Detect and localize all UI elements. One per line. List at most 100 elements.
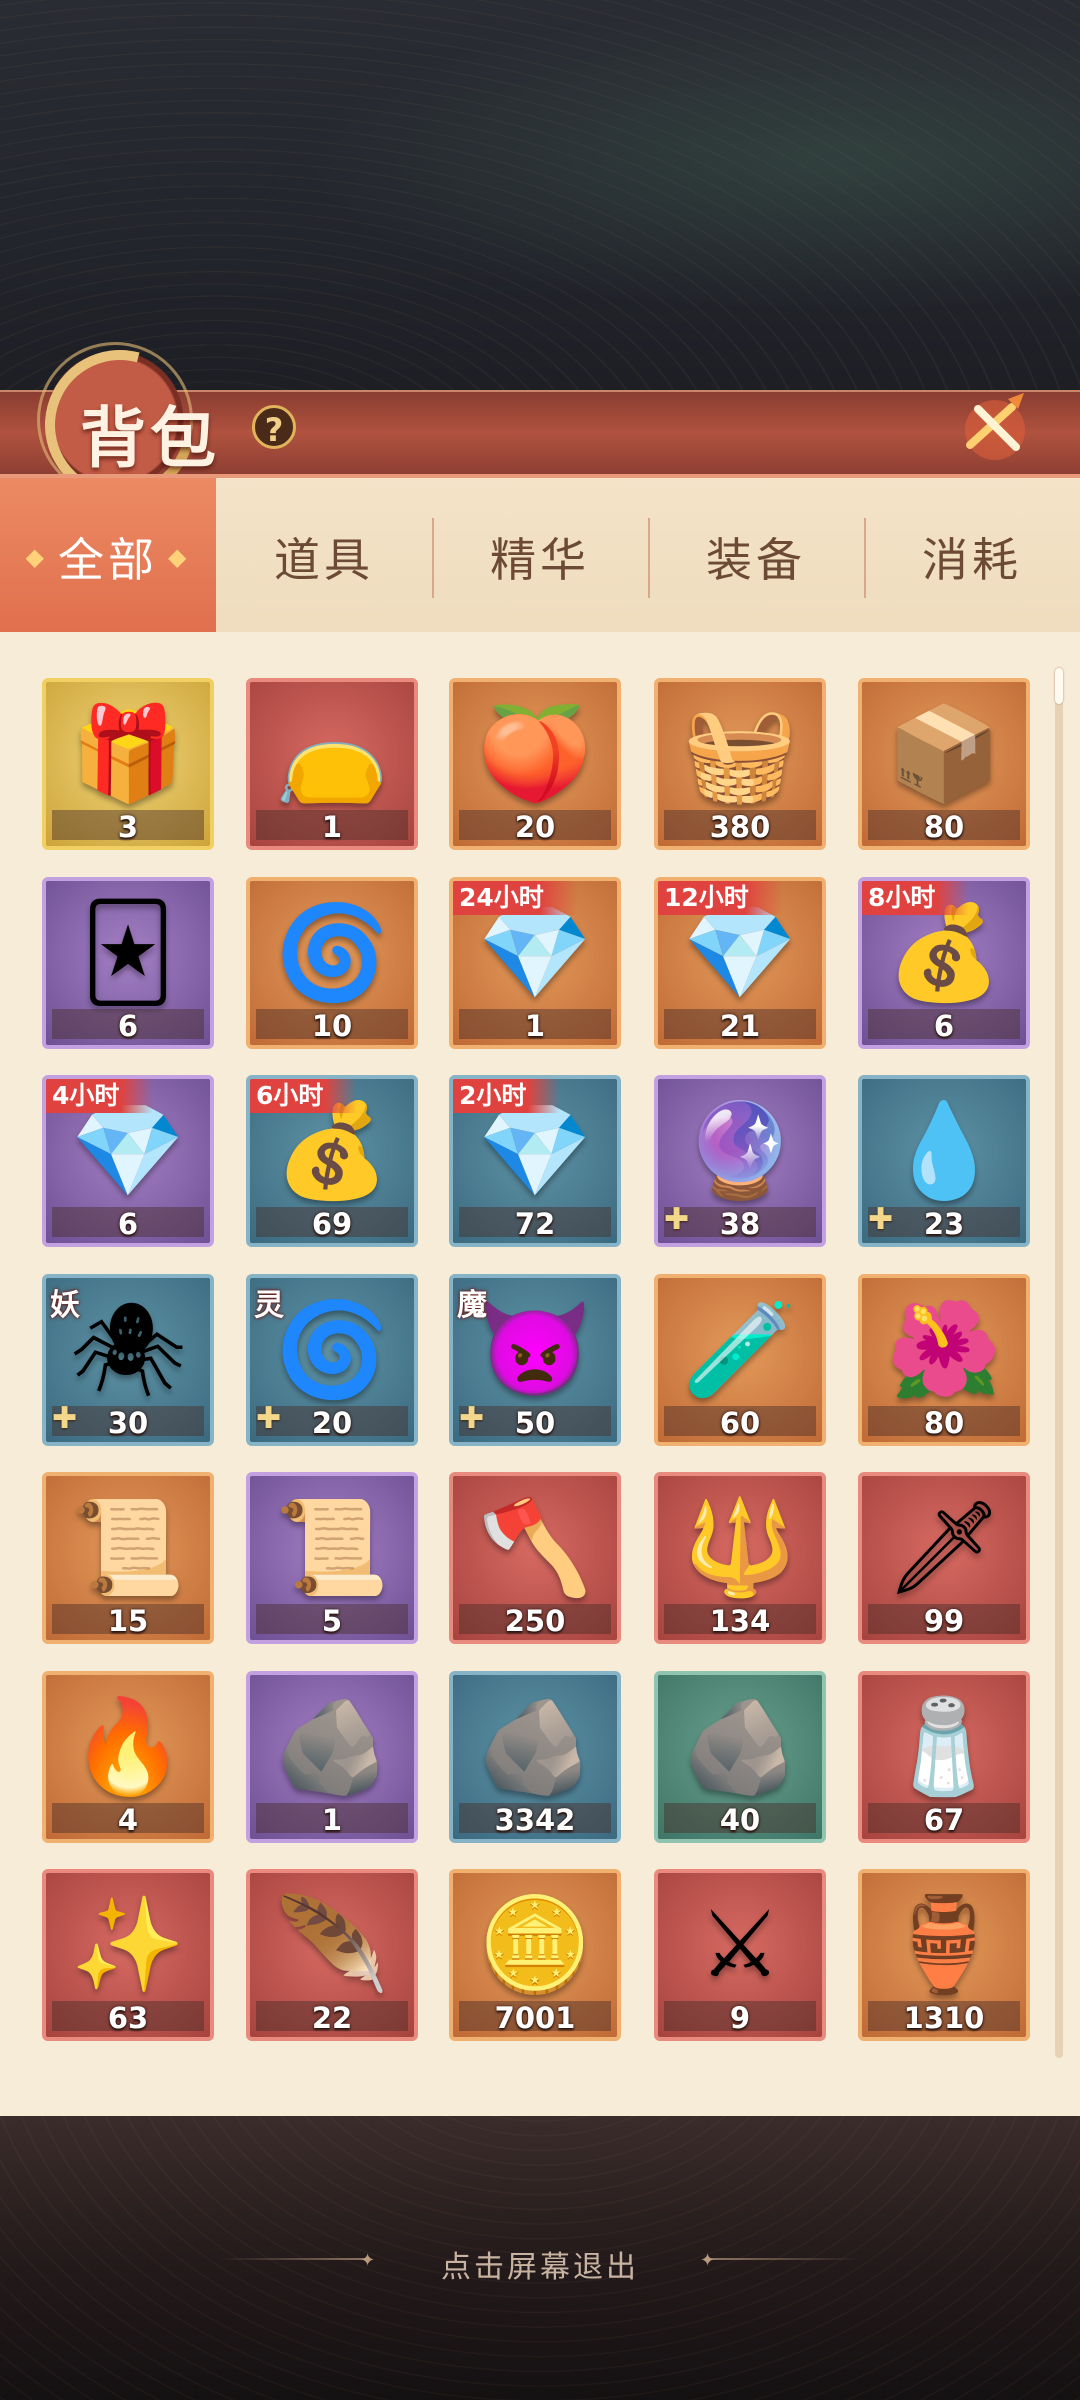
jade-chest-icon: 💎 [477,899,593,1007]
gold-scroll-icon: 📜 [70,1494,186,1602]
puzzle-piece-icon: ✚ [868,1202,894,1237]
inventory-item[interactable]: ⚔ 9 [654,1869,826,2041]
puzzle-piece-icon: ✚ [664,1202,690,1237]
type-tag: 魔 [457,1288,487,1323]
pink-potion-icon: 🧪 [682,1296,798,1404]
type-tag: 灵 [254,1288,284,1323]
item-count: 21 [719,1009,761,1043]
inventory-item[interactable]: 🕷 30 ✚ 妖 [42,1274,214,1446]
item-count: 15 [107,1604,149,1638]
inventory-item[interactable]: 🔥 4 [42,1671,214,1843]
item-count: 99 [923,1604,965,1638]
inventory-item[interactable]: 🔱 134 [654,1472,826,1644]
blue-pouch-icon: 👝 [274,700,390,808]
item-count: 3342 [494,1803,576,1837]
inventory-item[interactable]: 🪙 7001 [449,1869,621,2041]
tab-all[interactable]: ◆ 全部 ◆ [0,478,216,636]
inventory-item[interactable]: ✨ 63 [42,1869,214,2041]
item-count: 4 [117,1803,139,1837]
inventory-item[interactable]: 🧺 380 [654,678,826,850]
tab-props[interactable]: 道具 [216,478,432,636]
exit-hint[interactable]: 点击屏幕退出 [0,2242,1080,2286]
scrollbar-thumb[interactable] [1055,668,1063,704]
inventory-item[interactable]: 🔮 38 ✚ [654,1075,826,1247]
card-box-icon: 🃏 [80,899,176,1007]
close-icon[interactable] [950,385,1040,475]
red-flower-icon: 🌺 [886,1296,1002,1404]
inventory-item[interactable]: 🗡 99 [858,1472,1030,1644]
inventory-item[interactable]: 🎁 3 [42,678,214,850]
spirit-chest-icon: 🌀 [274,899,390,1007]
item-count: 80 [923,810,965,844]
spirit-stone-icon: 🪨 [682,1693,798,1801]
tab-consumables[interactable]: 消耗 [864,478,1080,636]
item-count: 3 [117,810,139,844]
fiend-chest-icon: 👿 [477,1296,593,1404]
inventory-item[interactable]: 🏺 1310 [858,1869,1030,2041]
inventory-item[interactable]: 💎 1 24小时 [449,877,621,1049]
item-count: 22 [311,2001,353,2035]
item-count: 10 [311,1009,353,1043]
spirit-chest-icon: 🌀 [274,1296,390,1404]
page-title: 背包 [80,399,220,477]
inventory-item[interactable]: 🪨 1 [246,1671,418,1843]
inventory-item[interactable]: 🪓 250 [449,1472,621,1644]
inventory-item[interactable]: 🌀 10 [246,877,418,1049]
inventory-item[interactable]: 👝 1 [246,678,418,850]
jade-sack-icon: 💰 [274,1097,390,1205]
golden-axe-icon: 🪓 [477,1494,593,1602]
inventory-item[interactable]: 🧪 60 [654,1274,826,1446]
inventory-item[interactable]: 🧂 67 [858,1671,1030,1843]
item-count: 67 [923,1803,965,1837]
tab-equipment[interactable]: 装备 [648,478,864,636]
item-count: 6 [117,1009,139,1043]
tab-essence[interactable]: 精华 [432,478,648,636]
purple-flame-icon: 🔮 [682,1097,798,1205]
peach-bag-icon: 🍑 [477,700,593,808]
inventory-item[interactable]: 🪨 3342 [449,1671,621,1843]
item-count: 7001 [494,2001,576,2035]
inventory-item[interactable]: 💰 6 8小时 [858,877,1030,1049]
inventory-item[interactable]: 💰 69 6小时 [246,1075,418,1247]
inventory-item[interactable]: 🪶 22 [246,1869,418,2041]
jade-sack-icon: 💰 [886,899,1002,1007]
inventory-item[interactable]: 🌺 80 [858,1274,1030,1446]
inventory-item[interactable]: 🍑 20 [449,678,621,850]
inventory-item[interactable]: 📜 5 [246,1472,418,1644]
silver-scroll-icon: 📜 [274,1494,390,1602]
blue-flame-icon: 💧 [886,1097,1002,1205]
inventory-item[interactable]: 👿 50 ✚ 魔 [449,1274,621,1446]
inventory-item[interactable]: 🃏 6 [42,877,214,1049]
scrollbar-track[interactable] [1055,668,1063,2058]
magma-stone-icon: 🪨 [274,1693,390,1801]
tab-bar: ◆ 全部 ◆ 道具 精华 装备 消耗 [0,474,1080,636]
golden-spear-icon: 🔱 [682,1494,798,1602]
treasure-chest-icon: 🎁 [70,700,186,808]
inventory-item[interactable]: 🪨 40 [654,1671,826,1843]
star-icon: ◆ [168,543,191,571]
timer-badge: 6小时 [250,1079,358,1113]
item-count: 1 [321,1803,343,1837]
inventory-item[interactable]: 📜 15 [42,1472,214,1644]
gift-box-icon: 📦 [886,700,1002,808]
item-count: 63 [107,2001,149,2035]
item-count: 1 [321,810,343,844]
item-count: 250 [504,1604,566,1638]
star-icon: ◆ [25,543,48,571]
tab-label: 精华 [490,533,590,587]
inventory-item[interactable]: 💎 21 12小时 [654,877,826,1049]
item-count: 5 [321,1604,343,1638]
tab-label: 道具 [274,533,374,587]
item-count: 72 [514,1207,556,1241]
inventory-item[interactable]: 🌀 20 ✚ 灵 [246,1274,418,1446]
help-icon[interactable]: ? [252,405,296,449]
inventory-item[interactable]: 💎 6 4小时 [42,1075,214,1247]
magic-lamp-icon: 🏺 [886,1891,1002,1999]
inventory-item[interactable]: 💎 72 2小时 [449,1075,621,1247]
inventory-item[interactable]: 📦 80 [858,678,1030,850]
dark-blade-icon: 🗡 [885,1494,1003,1602]
item-count: 1310 [903,2001,985,2035]
inventory-item[interactable]: 💧 23 ✚ [858,1075,1030,1247]
salt-tray-icon: 🧂 [886,1693,1002,1801]
timer-badge: 12小时 [658,881,783,915]
